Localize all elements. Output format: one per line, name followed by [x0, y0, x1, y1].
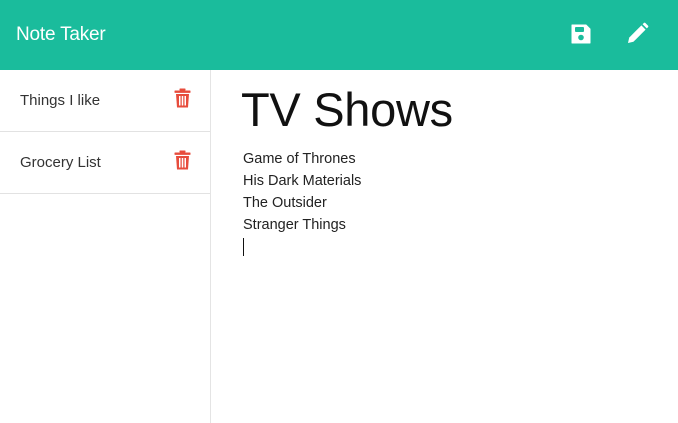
- note-line: Game of Thrones: [243, 151, 356, 167]
- text-cursor: [243, 238, 244, 256]
- navbar: Note Taker: [0, 0, 678, 70]
- app-title[interactable]: Note Taker: [16, 22, 106, 48]
- note-title[interactable]: Grocery List: [20, 153, 101, 173]
- note-title-input[interactable]: TV Shows: [241, 82, 453, 138]
- note-line: Stranger Things: [243, 217, 346, 233]
- note-line: His Dark Materials: [243, 173, 362, 189]
- note-editor: TV Shows Game of Thrones His Dark Materi…: [211, 70, 678, 423]
- notes-sidebar: Things I like Grocery List: [0, 70, 211, 423]
- note-line: The Outsider: [243, 195, 327, 211]
- note-text-area[interactable]: Game of Thrones His Dark Materials The O…: [243, 148, 361, 256]
- note-title[interactable]: Things I like: [20, 91, 100, 111]
- trash-icon[interactable]: [174, 88, 191, 108]
- list-item[interactable]: Grocery List: [0, 132, 210, 194]
- save-icon[interactable]: [568, 21, 594, 47]
- trash-icon[interactable]: [174, 150, 191, 170]
- list-item[interactable]: Things I like: [0, 70, 210, 132]
- pencil-icon[interactable]: [624, 21, 650, 47]
